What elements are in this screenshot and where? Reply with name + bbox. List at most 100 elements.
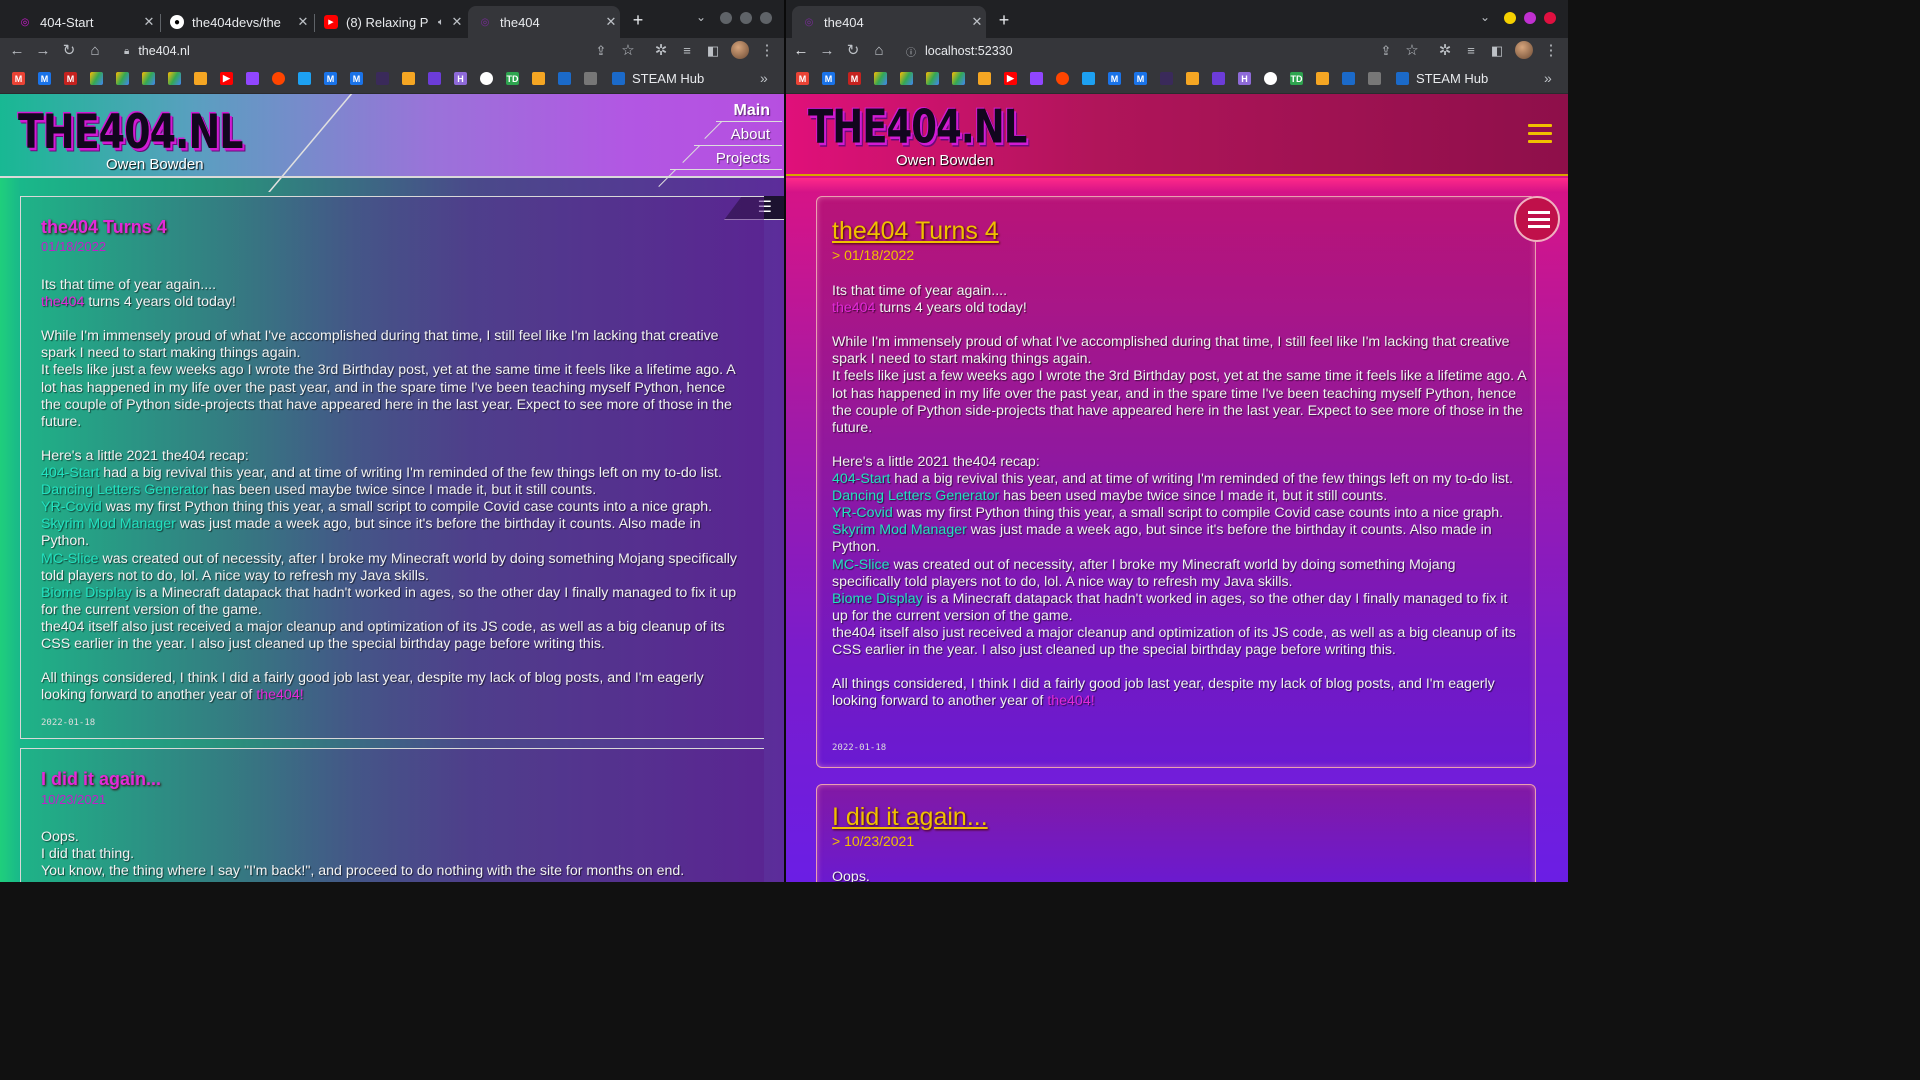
- back-arrow-icon[interactable]: ←: [6, 40, 28, 62]
- reading-list-icon[interactable]: ≡: [1460, 40, 1482, 62]
- drive-icon[interactable]: [116, 72, 129, 85]
- steam-icon[interactable]: [1342, 72, 1355, 85]
- project-link[interactable]: 404-Start: [41, 465, 99, 481]
- speaker-icon[interactable]: 🔈︎: [438, 17, 444, 28]
- flame-icon[interactable]: [978, 72, 991, 85]
- tab-404-start[interactable]: ◎ 404-Start ✕: [8, 6, 158, 38]
- share-icon[interactable]: ⇪: [1375, 40, 1397, 62]
- close-icon[interactable]: ✕: [968, 14, 986, 30]
- bookmark-m-icon[interactable]: M: [324, 72, 337, 85]
- drive-icon[interactable]: [900, 72, 913, 85]
- bookmarks-overflow-icon[interactable]: »: [760, 70, 768, 86]
- extensions-icon[interactable]: ✲: [1434, 40, 1456, 62]
- reddit-icon[interactable]: [272, 72, 285, 85]
- twitch-icon[interactable]: [1030, 72, 1043, 85]
- page-icon[interactable]: [584, 72, 597, 85]
- flame-icon[interactable]: [194, 72, 207, 85]
- project-link[interactable]: Dancing Letters Generator: [832, 488, 999, 504]
- gmail-icon[interactable]: M: [848, 72, 861, 85]
- reload-icon[interactable]: ↻: [842, 40, 864, 62]
- td-icon[interactable]: TD: [1290, 72, 1303, 85]
- reload-icon[interactable]: ↻: [58, 40, 80, 62]
- close-icon[interactable]: ✕: [294, 14, 312, 30]
- nav-main[interactable]: Main: [716, 100, 782, 122]
- drive-icon[interactable]: [874, 72, 887, 85]
- drive-icon[interactable]: [142, 72, 155, 85]
- bookmark-m-icon[interactable]: M: [350, 72, 363, 85]
- bookmark-m-icon[interactable]: M: [1108, 72, 1121, 85]
- twitter-icon[interactable]: [1082, 72, 1095, 85]
- td-icon[interactable]: TD: [506, 72, 519, 85]
- github-icon[interactable]: [1264, 72, 1277, 85]
- bookmarks-overflow-icon[interactable]: »: [1544, 70, 1552, 86]
- youtube-icon[interactable]: ▶: [220, 72, 233, 85]
- home-icon[interactable]: ⌂: [84, 40, 106, 62]
- project-link[interactable]: 404-Start: [832, 471, 890, 487]
- project-link[interactable]: Dancing Letters Generator: [41, 482, 208, 498]
- tab-github[interactable]: ● the404devs/the ✕: [160, 6, 312, 38]
- site-logo[interactable]: THE404.NL: [808, 100, 1027, 154]
- page-icon[interactable]: [1368, 72, 1381, 85]
- home-icon[interactable]: ⌂: [868, 40, 890, 62]
- close-icon[interactable]: ✕: [602, 14, 620, 30]
- twitch-icon[interactable]: [246, 72, 259, 85]
- minimize-button[interactable]: [1504, 12, 1516, 24]
- h-icon[interactable]: H: [1238, 72, 1251, 85]
- project-link[interactable]: YR-Covid: [41, 499, 102, 515]
- the404-icon[interactable]: [1160, 72, 1173, 85]
- funnel-icon[interactable]: [1316, 72, 1329, 85]
- address-bar[interactable]: 🔒︎ the404.nl: [124, 39, 190, 63]
- the404-link[interactable]: the404: [832, 300, 875, 316]
- tab-youtube[interactable]: ▶ (8) Relaxing P 🔈︎ ✕: [314, 6, 466, 38]
- project-link[interactable]: Skyrim Mod Manager: [41, 516, 176, 532]
- gmail-icon[interactable]: M: [12, 72, 25, 85]
- new-tab-button[interactable]: +: [624, 8, 652, 34]
- close-window-button[interactable]: [760, 12, 772, 24]
- tab-search-chevron-icon[interactable]: ⌄: [1480, 10, 1490, 24]
- avatar[interactable]: [731, 41, 749, 59]
- side-panel-icon[interactable]: ◧: [1486, 40, 1508, 62]
- nav-projects[interactable]: Projects: [670, 148, 782, 170]
- site-logo[interactable]: THE404.NL: [18, 104, 243, 159]
- share-icon[interactable]: ⇪: [590, 40, 612, 62]
- back-arrow-icon[interactable]: ←: [790, 40, 812, 62]
- star-icon[interactable]: ☆: [617, 40, 639, 62]
- the404-icon[interactable]: [376, 72, 389, 85]
- bookmark-steam-hub[interactable]: STEAM Hub: [632, 71, 704, 86]
- drive-icon[interactable]: [90, 72, 103, 85]
- post-title[interactable]: I did it again...: [41, 769, 161, 790]
- maximize-button[interactable]: [740, 12, 752, 24]
- table-of-contents-button[interactable]: [1514, 196, 1560, 242]
- flame-icon[interactable]: [402, 72, 415, 85]
- post-title[interactable]: the404 Turns 4: [41, 217, 167, 238]
- twitter-icon[interactable]: [298, 72, 311, 85]
- project-link[interactable]: MC-Slice: [41, 551, 99, 567]
- tab-search-chevron-icon[interactable]: ⌄: [696, 10, 706, 24]
- bookmark-steam-hub[interactable]: STEAM Hub: [1416, 71, 1488, 86]
- minimize-button[interactable]: [720, 12, 732, 24]
- project-link[interactable]: YR-Covid: [832, 505, 893, 521]
- drive-icon[interactable]: [926, 72, 939, 85]
- tab-the404-active[interactable]: ◎ the404 ✕: [792, 6, 986, 38]
- project-link[interactable]: MC-Slice: [832, 557, 890, 573]
- hamburger-menu-icon[interactable]: [1528, 124, 1552, 146]
- grid-icon[interactable]: [428, 72, 441, 85]
- post-title[interactable]: the404 Turns 4: [832, 217, 999, 246]
- new-tab-button[interactable]: +: [990, 8, 1018, 34]
- extensions-icon[interactable]: ✲: [650, 40, 672, 62]
- bookmark-m-icon[interactable]: M: [822, 72, 835, 85]
- the404-link[interactable]: the404: [41, 294, 84, 310]
- close-icon[interactable]: ✕: [140, 14, 158, 30]
- h-icon[interactable]: H: [454, 72, 467, 85]
- forward-arrow-icon[interactable]: →: [816, 40, 838, 62]
- close-icon[interactable]: ✕: [448, 14, 466, 30]
- the404-link[interactable]: the404!: [256, 687, 303, 703]
- tab-the404-active[interactable]: ◎ the404 ✕: [468, 6, 620, 38]
- github-icon[interactable]: [480, 72, 493, 85]
- nav-about[interactable]: About: [694, 124, 782, 146]
- steam-icon[interactable]: [558, 72, 571, 85]
- drive-icon[interactable]: [168, 72, 181, 85]
- grid-icon[interactable]: [1212, 72, 1225, 85]
- flame-icon[interactable]: [1186, 72, 1199, 85]
- maximize-button[interactable]: [1524, 12, 1536, 24]
